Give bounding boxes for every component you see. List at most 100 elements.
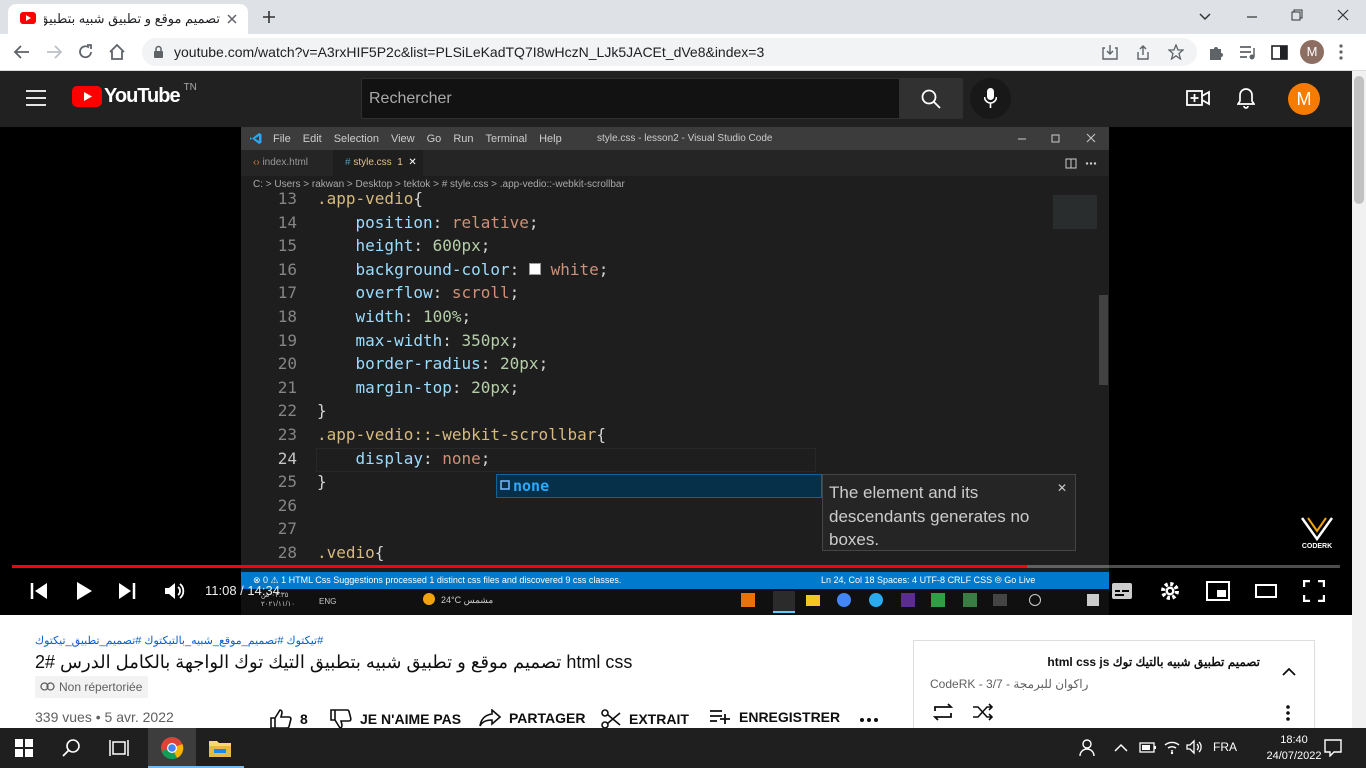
code-line: .app-vedio{ — [317, 189, 423, 208]
browser-tab[interactable]: تصميم موقع و تطبيق شبيه بتطبيق — [8, 4, 248, 34]
profile-avatar[interactable]: M — [1300, 40, 1324, 64]
page-scrollbar[interactable] — [1352, 71, 1366, 728]
volume-icon[interactable] — [164, 581, 186, 601]
line-number: 17 — [277, 283, 297, 303]
reload-icon[interactable] — [77, 43, 95, 61]
new-tab-icon[interactable] — [262, 10, 276, 24]
video-hashtags[interactable]: #تيكتوك #تصميم_موقع_شبيه_بالتيكتوك #تصمي… — [35, 634, 323, 647]
chrome-menu-icon[interactable] — [1338, 44, 1344, 60]
next-video-icon[interactable] — [118, 582, 136, 600]
forward-icon[interactable] — [45, 44, 63, 60]
publish-date: 5 avr. 2022 — [104, 709, 174, 725]
minimize-icon[interactable] — [1245, 10, 1259, 24]
dislike-button[interactable]: JE N'AIME PAS — [330, 709, 461, 729]
line-number: 20 — [277, 354, 297, 374]
weather-sun-icon — [423, 593, 435, 605]
back-icon[interactable] — [13, 44, 31, 60]
search-icon — [921, 89, 941, 109]
code-line: position: relative; — [355, 212, 539, 232]
link-icon — [40, 682, 55, 691]
code-line: height: 600px; — [355, 236, 491, 256]
notifications-bell-icon[interactable] — [1237, 87, 1255, 109]
subtitles-icon[interactable] — [1111, 582, 1133, 600]
side-panel-icon[interactable] — [1271, 44, 1288, 61]
scissors-icon — [601, 709, 621, 729]
playlist-more-icon[interactable] — [1286, 705, 1290, 721]
taskbar-search-icon[interactable] — [62, 738, 82, 758]
vscode-menu-edit: Edit — [302, 133, 322, 145]
vscode-restore-icon — [1051, 134, 1060, 143]
media-control-icon[interactable] — [1239, 44, 1256, 61]
tab-search-chevron-icon[interactable] — [1199, 10, 1211, 22]
url-text: youtube.com/watch?v=A3rxHIF5P2c&list=PLS… — [174, 44, 765, 60]
address-bar[interactable]: youtube.com/watch?v=A3rxHIF5P2c&list=PLS… — [142, 38, 1197, 66]
youtube-logo[interactable]: YouTube TN — [72, 82, 197, 108]
share-icon[interactable] — [1135, 44, 1151, 60]
hidden-icons-chevron-icon[interactable] — [1114, 743, 1128, 752]
task-view-icon[interactable] — [109, 738, 129, 758]
youtube-favicon-icon — [20, 12, 36, 24]
save-button[interactable]: ENREGISTRER — [709, 709, 840, 725]
chrome-icon — [161, 737, 184, 760]
restore-icon[interactable] — [1290, 8, 1304, 22]
channel-watermark[interactable]: CODERK — [1296, 515, 1338, 555]
vscode-menu-file: File — [273, 133, 291, 145]
like-button[interactable]: 8 — [270, 709, 308, 729]
video-taskbar-app2-icon — [901, 593, 915, 607]
action-center-icon[interactable] — [1324, 739, 1342, 757]
video-taskbar-app-icon — [741, 593, 755, 607]
taskbar-explorer-button[interactable] — [196, 728, 244, 768]
more-actions-icon[interactable] — [860, 718, 878, 722]
fullscreen-icon[interactable] — [1303, 580, 1325, 602]
home-icon[interactable] — [108, 43, 126, 61]
video-taskbar-windows-icon — [1087, 594, 1099, 606]
view-count-date: 339 vues • 5 avr. 2022 — [35, 709, 174, 725]
people-icon[interactable] — [1078, 738, 1096, 758]
battery-icon[interactable] — [1139, 742, 1157, 753]
shuffle-icon[interactable] — [972, 703, 994, 721]
vscode-titlebar: File Edit Selection View Go Run Terminal Help s… — [241, 127, 1109, 150]
scrollbar-thumb[interactable] — [1354, 76, 1364, 204]
visibility-badge: Non répertoriée — [35, 676, 149, 698]
window-close-icon[interactable] — [1336, 8, 1350, 22]
voice-search-button[interactable] — [970, 78, 1011, 119]
vscode-menu-run: Run — [453, 133, 474, 145]
vscode-window-title: style.css - lesson2 - Visual Studio Code — [597, 133, 773, 144]
line-number: 27 — [277, 519, 297, 539]
lock-icon[interactable] — [153, 45, 164, 58]
theater-mode-icon[interactable] — [1255, 584, 1277, 598]
vscode-menubar: File Edit Selection View Go Run Terminal Help — [273, 133, 562, 145]
extensions-icon[interactable] — [1207, 44, 1224, 61]
search-button[interactable] — [899, 78, 963, 119]
tab-close-icon[interactable] — [226, 13, 238, 25]
settings-gear-icon[interactable] — [1159, 580, 1181, 602]
system-clock[interactable]: 18:40 24/07/2022 — [1264, 732, 1324, 764]
suggestion-detail: The element and its descendants generate… — [822, 474, 1076, 551]
search-input[interactable]: Rechercher — [361, 78, 900, 119]
collapse-chevron-icon[interactable] — [1282, 667, 1296, 676]
youtube-avatar[interactable]: M — [1288, 83, 1320, 115]
line-number: 14 — [277, 212, 297, 232]
input-language[interactable]: FRA — [1213, 740, 1237, 754]
install-app-icon[interactable] — [1102, 44, 1118, 60]
speaker-icon[interactable] — [1186, 739, 1204, 755]
visibility-label: Non répertoriée — [59, 680, 143, 694]
share-button[interactable]: PARTAGER — [479, 709, 585, 727]
playlist-title[interactable]: تصميم تطبيق شبيه بالتيك توك html css js — [1047, 655, 1260, 669]
previous-video-icon[interactable] — [30, 582, 48, 600]
wifi-icon[interactable] — [1163, 739, 1181, 755]
like-count: 8 — [300, 711, 308, 727]
current-line-highlight — [316, 448, 816, 472]
taskbar-chrome-button[interactable] — [148, 728, 196, 768]
miniplayer-icon[interactable] — [1206, 581, 1230, 601]
bookmark-star-icon[interactable] — [1168, 44, 1184, 60]
loop-icon[interactable] — [932, 703, 954, 721]
play-icon[interactable] — [75, 581, 93, 601]
create-video-icon[interactable] — [1186, 88, 1210, 108]
share-arrow-icon — [479, 709, 501, 727]
clip-button[interactable]: EXTRAIT — [601, 709, 689, 729]
line-number: 13 — [277, 189, 297, 208]
code-line: margin-top: 20px; — [355, 377, 520, 397]
hamburger-menu-icon[interactable] — [26, 90, 46, 106]
windows-start-icon[interactable] — [15, 739, 33, 757]
